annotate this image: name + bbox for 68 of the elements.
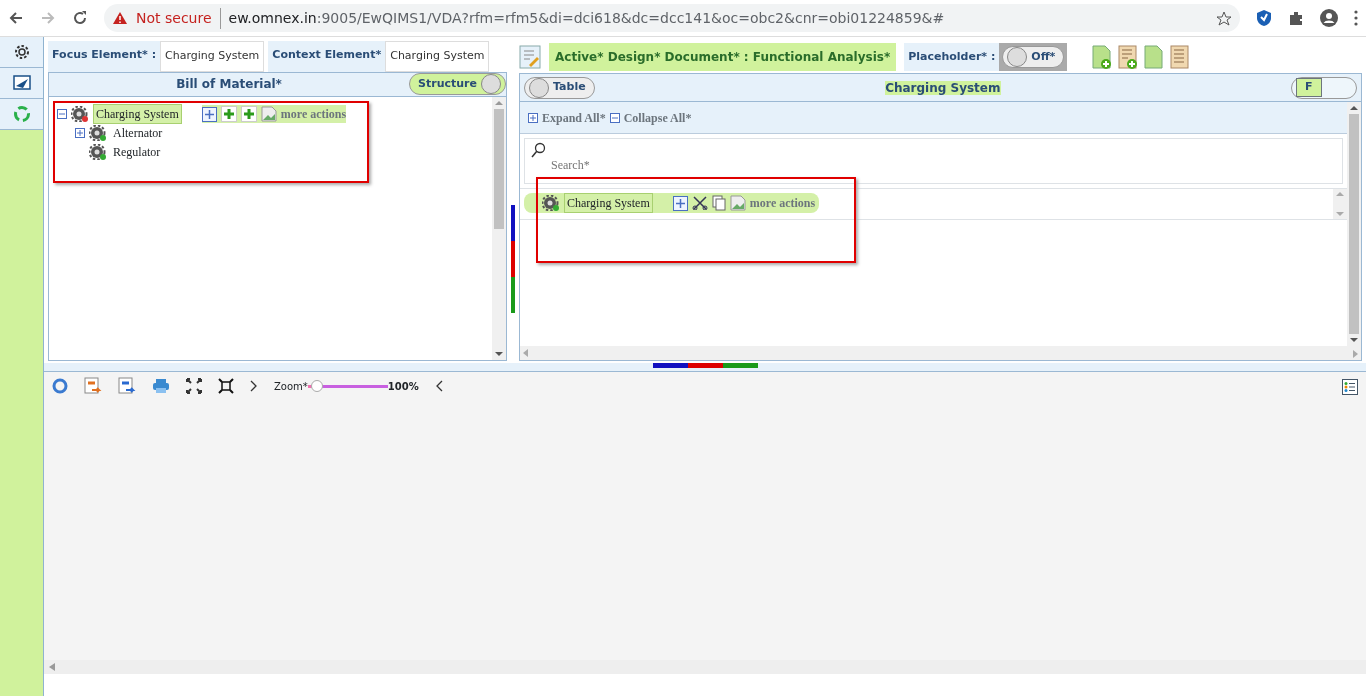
scroll-left-icon[interactable] xyxy=(48,662,56,672)
screen-icon xyxy=(12,75,31,91)
star-icon[interactable] xyxy=(1216,10,1232,27)
scrollbar-thumb[interactable] xyxy=(1349,114,1359,334)
gear-icon xyxy=(542,195,560,211)
more-actions-link[interactable]: more actions xyxy=(749,194,816,212)
expand-icon[interactable] xyxy=(75,128,85,138)
add-icon[interactable] xyxy=(201,106,217,122)
field-label: Placeholder* : xyxy=(904,42,1000,72)
reload-icon[interactable] xyxy=(72,10,88,26)
address-bar[interactable]: Not secure ew.omnex.in:9005/EwQIMS1/VDA?rfm=rfm5&di=dci618&dc=dcc141&oc=obc2&cnr=obi01224859&# xyxy=(104,4,1240,32)
export-icon[interactable] xyxy=(84,377,102,395)
field-label: Context Element* xyxy=(268,41,386,72)
tree-node[interactable]: Charging System xyxy=(93,104,182,124)
sidebar-button[interactable] xyxy=(0,37,43,68)
broken-image-icon xyxy=(729,195,746,211)
collapse-icon[interactable] xyxy=(609,112,620,123)
settings-icon xyxy=(13,44,30,60)
add-list-icon[interactable] xyxy=(1117,45,1140,69)
collapse-icon[interactable] xyxy=(57,109,67,119)
gear-icon xyxy=(89,125,107,141)
field-value: Charging System xyxy=(385,41,490,72)
legend-icon[interactable] xyxy=(1342,378,1358,395)
add-page-icon[interactable] xyxy=(1091,45,1114,69)
gear-icon xyxy=(71,106,89,122)
tree-node[interactable]: Alternator xyxy=(111,124,165,142)
broken-image-icon xyxy=(260,106,277,122)
sidebar-button[interactable] xyxy=(0,68,43,99)
fullscreen-icon[interactable] xyxy=(218,378,234,394)
search-icon xyxy=(530,142,546,158)
back-icon[interactable] xyxy=(8,10,24,26)
toggle-switch[interactable]: Off* xyxy=(1002,45,1065,68)
zoom-reading: 100% xyxy=(387,379,419,394)
slider-thumb[interactable] xyxy=(311,379,324,392)
add-icon[interactable] xyxy=(672,195,688,211)
puzzle-icon[interactable] xyxy=(1288,10,1304,26)
field-label: Focus Element* : xyxy=(48,41,161,72)
account-icon[interactable] xyxy=(1320,9,1338,27)
chevron-right-icon[interactable] xyxy=(250,380,258,392)
recycle-icon xyxy=(12,105,31,123)
tree-node[interactable]: Charging System xyxy=(564,193,653,213)
refresh-icon[interactable] xyxy=(52,378,68,394)
toggle-switch[interactable]: Table xyxy=(524,76,595,99)
expand-icon[interactable] xyxy=(528,112,538,123)
collapse-all-link[interactable]: Collapse All* xyxy=(623,108,692,127)
panel-title: Bill of Material* xyxy=(176,77,282,91)
field-value: Charging System xyxy=(160,41,265,72)
export-icon[interactable] xyxy=(118,377,136,395)
scissors-icon[interactable] xyxy=(691,196,708,210)
warning-icon xyxy=(112,11,128,25)
print-icon[interactable] xyxy=(152,378,170,394)
panel-title: Charging System xyxy=(885,80,1001,95)
scrollbar-thumb[interactable] xyxy=(494,108,504,229)
toggle-switch[interactable]: Structure xyxy=(409,73,506,95)
toggle-switch[interactable]: F xyxy=(1291,76,1357,99)
list-icon[interactable] xyxy=(1169,45,1192,69)
shield-icon[interactable] xyxy=(1256,9,1272,27)
document-title: Active* Design* Document* : Functional Analysis* xyxy=(549,43,897,71)
url-text: ew.omnex.in:9005/EwQIMS1/VDA?rfm=rfm5&di=dci618&dc=dcc141&oc=obc2&cnr=obi01224859&# xyxy=(219,7,945,29)
security-label: Not secure xyxy=(136,8,212,28)
zoom-label: Zoom* xyxy=(274,379,308,394)
expand-all-link[interactable]: Expand All* xyxy=(542,108,606,127)
tree-node[interactable]: Regulator xyxy=(111,143,163,161)
gear-icon xyxy=(89,144,107,160)
fit-screen-icon[interactable] xyxy=(186,378,202,394)
menu-icon[interactable] xyxy=(1354,10,1358,26)
chevron-left-icon[interactable] xyxy=(434,380,443,392)
search-field[interactable]: Search* xyxy=(524,138,1343,184)
